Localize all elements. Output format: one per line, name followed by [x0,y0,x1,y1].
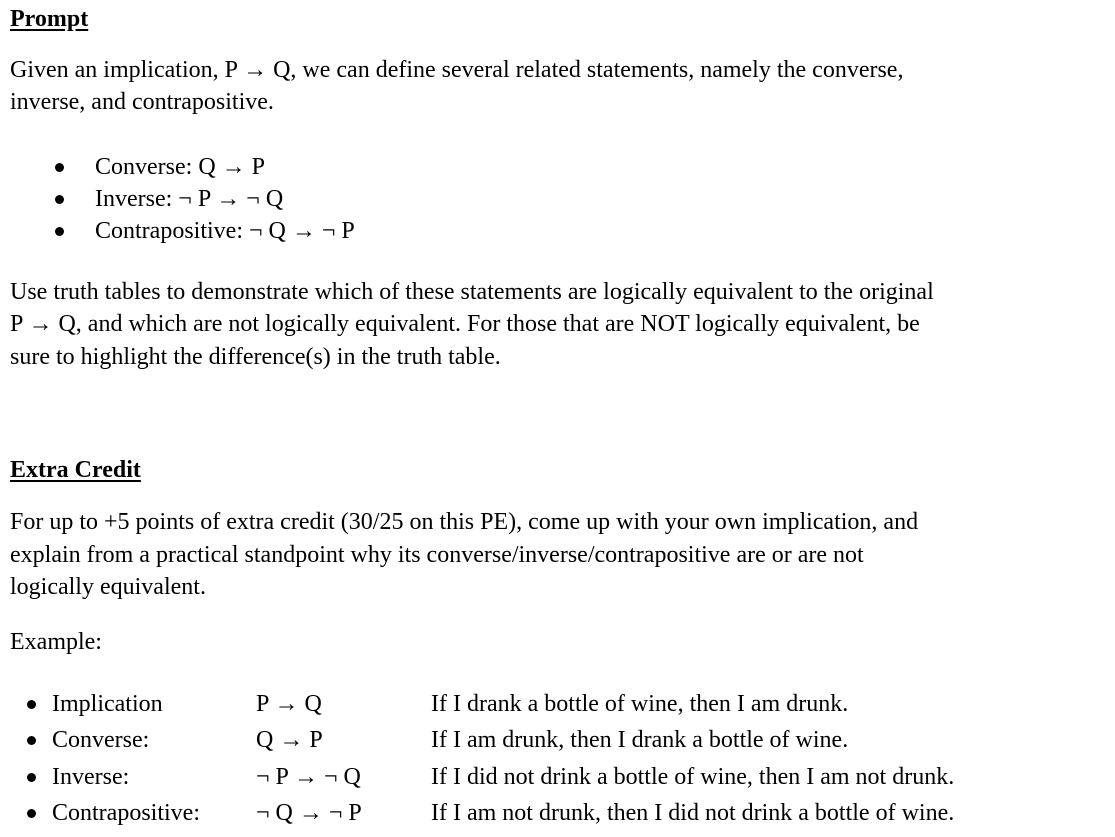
example-label-text: Implication [52,691,163,717]
example-row-inverse: Inverse: ¬ P → ¬ Q If I did not drink a … [0,760,1115,794]
example-sentence: If I drank a bottle of wine, then I am d… [431,691,849,717]
example-row-contrapositive: Contrapositive: ¬ Q → ¬ P If I am not dr… [0,796,1115,830]
example-label-text: Inverse: [52,764,130,790]
example-label-text: Converse: [52,727,150,753]
extra-credit-line-3: logically equivalent. [10,574,206,600]
extra-credit-line-1: For up to +5 points of extra credit (30/… [10,509,919,535]
bullet-icon [55,227,64,236]
example-label-text: Contrapositive: [52,800,200,826]
example-sentence: If I am not drunk, then I did not drink … [431,800,955,826]
bullet-icon [27,700,36,709]
example-symbol: ¬ P → ¬ Q [256,764,361,790]
instruction-line-1: Use truth tables to demonstrate which of… [10,279,934,305]
example-label: Example: [10,629,102,655]
bullet-converse: Converse: Q → P [95,154,265,180]
instruction-line-3: sure to highlight the difference(s) in t… [10,344,501,370]
bullet-icon [27,809,36,818]
extra-credit-line-2: explain from a practical standpoint why … [10,542,864,568]
example-sentence: If I am drunk, then I drank a bottle of … [431,727,849,753]
bullet-icon [27,773,36,782]
bullet-icon [55,163,64,172]
bullet-contrapositive: Contrapositive: ¬ Q → ¬ P [95,218,355,244]
instruction-line-2: P → Q, and which are not logically equiv… [10,311,920,337]
prompt-intro-line-2: inverse, and contrapositive. [10,89,274,115]
prompt-intro-line-1: Given an implication, P → Q, we can defi… [10,57,904,83]
bullet-icon [55,195,64,204]
bullet-icon [27,736,36,745]
example-row-implication: Implication P → Q If I drank a bottle of… [0,687,1115,721]
example-sentence: If I did not drink a bottle of wine, the… [431,764,955,790]
example-row-converse: Converse: Q → P If I am drunk, then I dr… [0,723,1115,757]
example-symbol: ¬ Q → ¬ P [256,800,362,826]
bullet-inverse: Inverse: ¬ P → ¬ Q [95,186,284,212]
example-symbol: P → Q [256,691,322,717]
example-symbol: Q → P [256,727,323,753]
extra-credit-heading: Extra Credit [10,457,141,483]
prompt-heading: Prompt [10,6,89,32]
